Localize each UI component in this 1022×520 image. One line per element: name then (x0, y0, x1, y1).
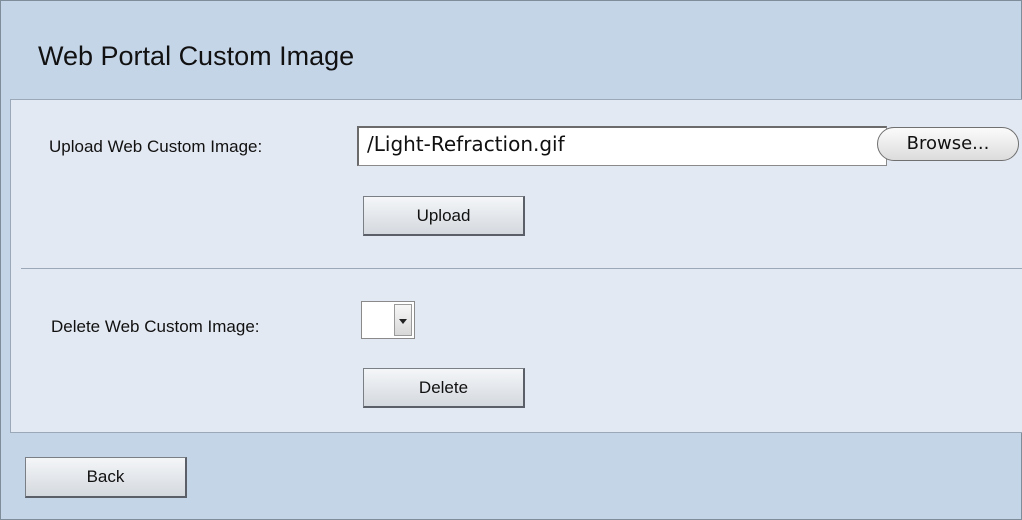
delete-image-select[interactable] (361, 301, 415, 339)
chevron-down-icon (399, 319, 407, 324)
upload-button[interactable]: Upload (363, 196, 525, 236)
web-portal-custom-image-page: Web Portal Custom Image Upload Web Custo… (0, 0, 1022, 520)
delete-image-label: Delete Web Custom Image: (51, 317, 260, 336)
upload-file-path-input[interactable]: /Light-Refraction.gif (357, 126, 887, 166)
back-button[interactable]: Back (25, 457, 187, 498)
delete-button[interactable]: Delete (363, 368, 525, 408)
page-title: Web Portal Custom Image (38, 41, 355, 71)
select-arrow-button[interactable] (394, 304, 412, 336)
browse-button[interactable]: Browse... (877, 127, 1019, 161)
custom-image-panel: Upload Web Custom Image: /Light-Refracti… (10, 99, 1022, 433)
section-divider (21, 268, 1022, 269)
upload-image-label: Upload Web Custom Image: (49, 137, 263, 156)
